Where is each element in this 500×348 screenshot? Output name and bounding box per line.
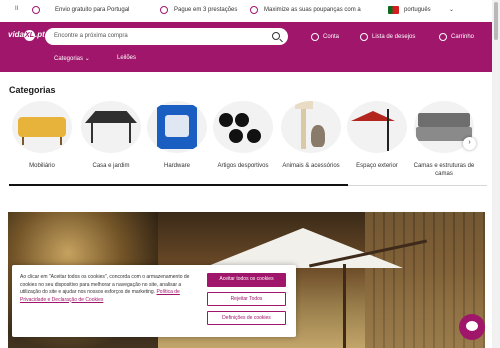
logo-suffix: .pt — [35, 30, 45, 39]
nav-categories-label: Categorias — [54, 56, 84, 62]
category-label: Hardware — [163, 163, 190, 169]
nav-categories[interactable]: Categorias ⌄ — [54, 55, 90, 62]
category-home-garden[interactable]: Casa e jardim — [77, 101, 145, 181]
hero-umbrella-pole — [343, 264, 346, 348]
cart-link[interactable]: Carrinho — [439, 33, 474, 41]
promo-text: Envio gratuito para Portugal — [55, 7, 130, 13]
promo-savings[interactable]: Maximize as suas poupanças com a — [250, 6, 361, 14]
category-furniture[interactable]: Mobiliário — [8, 101, 76, 181]
cookie-settings-button[interactable]: Definições de cookies — [207, 311, 286, 325]
reject-all-button[interactable]: Rejeitar Todos — [207, 292, 286, 306]
dumbbells-image — [213, 101, 273, 153]
account-link[interactable]: Conta — [311, 33, 339, 41]
chat-icon[interactable] — [459, 314, 485, 340]
categories-title: Categorias — [9, 85, 56, 95]
language-selector[interactable]: português — [404, 7, 431, 13]
category-sports[interactable]: Artigos desportivos — [209, 101, 277, 181]
category-hardware[interactable]: Hardware — [143, 101, 211, 181]
cat-tree-image — [281, 101, 341, 153]
promo-free-shipping[interactable]: Envio gratuito para Portugal — [32, 6, 129, 14]
logo-badge: XL — [24, 30, 36, 41]
chevron-down-icon: ⌄ — [84, 56, 90, 62]
cart-label: Carrinho — [451, 34, 475, 40]
category-label: Animais & acessórios — [282, 163, 340, 169]
portugal-flag-icon[interactable] — [388, 6, 399, 14]
category-label: Casa e jardim — [92, 163, 130, 169]
wishlist-label: Lista de desejos — [372, 34, 416, 40]
user-icon — [311, 33, 319, 41]
sofa-image — [12, 101, 72, 153]
percent-icon — [250, 6, 258, 14]
search-icon[interactable] — [272, 32, 280, 40]
cart-icon — [439, 33, 447, 41]
logo[interactable]: vidaXL.pt — [8, 30, 45, 41]
pause-button[interactable]: II — [15, 6, 18, 12]
promo-installments[interactable]: Pague em 3 prestações — [160, 6, 237, 14]
toolcase-image — [147, 101, 207, 153]
cookie-banner: Ao clicar em "Aceitar todos os cookies",… — [12, 265, 296, 337]
card-icon — [160, 6, 168, 14]
scrollbar-thumb[interactable] — [494, 2, 498, 40]
chevron-down-icon[interactable]: ⌄ — [449, 6, 454, 13]
category-label: Artigos desportivos — [217, 163, 269, 169]
carousel-scroll-progress[interactable] — [9, 184, 348, 186]
category-label: Espaço exterior — [356, 163, 398, 169]
gazebo-image — [81, 101, 141, 153]
category-label: Camas e estruturas de camas — [413, 163, 475, 177]
logo-text: vida — [8, 30, 25, 39]
heart-icon — [360, 33, 368, 41]
promo-text: Maximize as suas poupanças com a — [264, 7, 361, 13]
cookie-text: Ao clicar em "Aceitar todos os cookies",… — [20, 274, 190, 304]
accept-all-cookies-button[interactable]: Aceitar todos os cookies — [207, 273, 286, 287]
gift-icon — [32, 6, 40, 14]
category-outdoor[interactable]: Espaço exterior — [343, 101, 411, 181]
category-pets[interactable]: Animais & acessórios — [277, 101, 345, 181]
category-label: Mobiliário — [29, 163, 55, 169]
search-placeholder: Encontre a próxima compra — [54, 33, 128, 39]
scrollbar[interactable] — [492, 0, 500, 348]
search-input[interactable]: Encontre a próxima compra — [45, 28, 288, 45]
wishlist-link[interactable]: Lista de desejos — [360, 33, 415, 41]
chevron-right-icon[interactable]: › — [463, 137, 476, 150]
umbrella-image — [347, 101, 407, 153]
main-nav: Categorias ⌄ Leilões — [0, 54, 492, 72]
account-label: Conta — [323, 34, 340, 40]
nav-auctions[interactable]: Leilões — [117, 55, 136, 61]
promo-text: Pague em 3 prestações — [174, 7, 238, 13]
header: vidaXL.pt Encontre a próxima compra Cont… — [0, 22, 492, 72]
promo-bar: II Envio gratuito para Portugal Pague em… — [0, 0, 492, 22]
